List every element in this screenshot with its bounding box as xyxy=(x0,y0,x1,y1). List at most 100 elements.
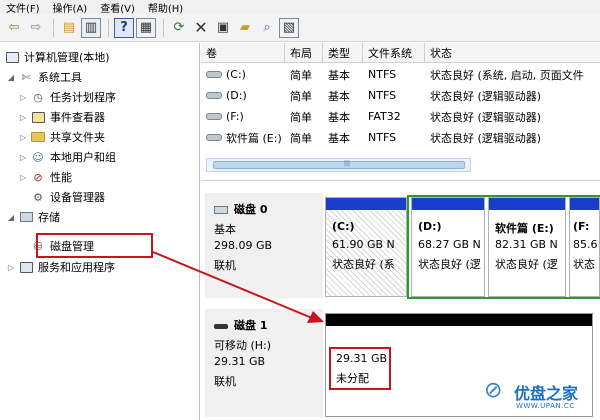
column-header-layout[interactable]: 布局 xyxy=(285,43,323,63)
disk1-title: 磁盘 1 xyxy=(214,317,267,333)
refresh-icon[interactable]: ⟳ xyxy=(169,18,189,38)
filesystem-cell: FAT32 xyxy=(368,110,401,123)
partition-size: 68.27 GB N xyxy=(418,238,481,251)
menu-view[interactable]: 查看(V) xyxy=(100,0,135,15)
drive-icon xyxy=(206,92,222,99)
column-header-status[interactable]: 状态 xyxy=(425,43,600,63)
performance-icon: ⊘ xyxy=(33,170,43,184)
table-row[interactable]: (D:) 简单 基本 NTFS 状态良好 (逻辑驱动器) xyxy=(201,85,600,106)
column-header-filesystem[interactable]: 文件系统 xyxy=(363,43,425,63)
column-header-type[interactable]: 类型 xyxy=(323,43,363,63)
tree-item-task-scheduler[interactable]: ▷ ◷ 任务计划程序 xyxy=(18,87,116,107)
tree-item-performance[interactable]: ▷ ⊘ 性能 xyxy=(18,167,72,187)
usb-logo-icon: ⊘ xyxy=(484,378,503,403)
tree-item-root[interactable]: 计算机管理(本地) xyxy=(4,47,110,67)
tree-item-system-tools[interactable]: ◢ ✄ 系统工具 xyxy=(6,67,82,87)
type-cell: 基本 xyxy=(328,131,350,145)
tree-item-storage[interactable]: ◢ 存储 xyxy=(6,207,60,227)
tree-item-shared-folders[interactable]: ▷ 共享文件夹 xyxy=(18,127,105,147)
mmc-icon[interactable]: ▧ xyxy=(279,17,299,38)
column-header-volume[interactable]: 卷 xyxy=(201,43,285,63)
forward-arrow-icon[interactable]: ⇨ xyxy=(26,18,46,38)
menu-help[interactable]: 帮助(H) xyxy=(148,0,183,15)
up-folder-icon[interactable]: ▤ xyxy=(59,18,79,38)
tree-item-device-manager[interactable]: ⚙ 设备管理器 xyxy=(30,187,105,207)
tree-label: 本地用户和组 xyxy=(50,151,116,164)
drive-icon xyxy=(206,134,222,141)
partition-status: 状态良好 (逻 xyxy=(495,258,558,271)
removable-disk-icon xyxy=(214,323,228,329)
tree-item-services[interactable]: ▷ 服务和应用程序 xyxy=(6,257,115,277)
expand-arrow-icon[interactable]: ▷ xyxy=(18,93,28,102)
status-cell: 状态良好 (逻辑驱动器) xyxy=(430,110,542,124)
toolbar-separator xyxy=(163,18,164,37)
expand-arrow-icon[interactable]: ▷ xyxy=(18,113,28,122)
disk0-info[interactable]: 磁盘 0 基本 298.09 GB 联机 xyxy=(205,193,323,298)
expand-arrow-icon[interactable]: ▷ xyxy=(18,173,28,182)
table-row[interactable]: (C:) 简单 基本 NTFS 状态良好 (系统, 启动, 页面文件 xyxy=(201,64,600,85)
menu-bar: 文件(F) 操作(A) 查看(V) 帮助(H) xyxy=(0,0,600,15)
close-icon[interactable]: ✕ xyxy=(191,18,211,38)
properties-icon[interactable]: ▦ xyxy=(136,17,156,38)
partition-bar xyxy=(570,198,599,210)
watermark-logo: ⊘ 优盘之家 WWW.UPAN.CC xyxy=(478,372,600,420)
partition-status: 状态 xyxy=(573,258,595,271)
status-cell: 状态良好 (逻辑驱动器) xyxy=(430,131,542,145)
partition-label: 软件篇 (E:) xyxy=(495,222,554,235)
table-row[interactable]: 软件篇 (E:) 简单 基本 NTFS 状态良好 (逻辑驱动器) xyxy=(201,127,600,148)
disk-management-callout xyxy=(36,233,153,258)
partition-size: 61.90 GB N xyxy=(332,238,395,251)
device-manager-icon: ⚙ xyxy=(33,190,43,204)
partition-e[interactable]: 软件篇 (E:) 82.31 GB N 状态良好 (逻 xyxy=(488,197,566,297)
help-icon[interactable]: ? xyxy=(114,17,134,38)
disk1-info[interactable]: 磁盘 1 可移动 (H:) 29.31 GB 联机 xyxy=(205,309,323,417)
layout-cell: 简单 xyxy=(290,131,312,145)
back-arrow-icon[interactable]: ⇦ xyxy=(4,18,24,38)
collapse-arrow-icon[interactable]: ◢ xyxy=(6,213,16,222)
filesystem-cell: NTFS xyxy=(368,68,397,81)
menu-action[interactable]: 操作(A) xyxy=(53,0,88,15)
volume-name: (D:) xyxy=(226,89,247,102)
partition-bar xyxy=(412,198,484,210)
shared-folder-icon xyxy=(30,130,46,144)
disk0-state: 联机 xyxy=(214,259,236,272)
layout-cell: 简单 xyxy=(290,89,312,103)
disk0-type: 基本 xyxy=(214,223,236,236)
tree-label: 事件查看器 xyxy=(50,111,105,124)
partition-bar xyxy=(326,198,406,210)
status-cell: 状态良好 (系统, 启动, 页面文件 xyxy=(430,68,584,82)
collapse-arrow-icon[interactable]: ◢ xyxy=(6,73,16,82)
disk1-type: 可移动 (H:) xyxy=(214,339,272,352)
volume-cell: (C:) xyxy=(201,64,285,85)
tree-label: 共享文件夹 xyxy=(50,131,105,144)
expand-arrow-icon[interactable]: ▷ xyxy=(18,133,28,142)
layout-cell: 简单 xyxy=(290,68,312,82)
table-row[interactable]: (F:) 简单 基本 FAT32 状态良好 (逻辑驱动器) xyxy=(201,106,600,127)
disk-icon xyxy=(214,206,228,214)
computer-management-icon xyxy=(4,50,20,64)
volume-name: (F:) xyxy=(226,110,244,123)
tree-item-local-users[interactable]: ▷ ☺ 本地用户和组 xyxy=(18,147,116,167)
tree-label: 系统工具 xyxy=(38,71,82,84)
partition-d[interactable]: (D:) 68.27 GB N 状态良好 (逻 xyxy=(411,197,485,297)
tree-label: 任务计划程序 xyxy=(50,91,116,104)
partition-c[interactable]: (C:) 61.90 GB N 状态良好 (系 xyxy=(325,197,407,297)
partition-f[interactable]: (F: 85.6 状态 xyxy=(569,197,600,297)
drive-icon xyxy=(206,71,222,78)
partition-status: 状态良好 (逻 xyxy=(418,258,481,271)
scrollbar-thumb[interactable] xyxy=(213,161,465,169)
menu-file[interactable]: 文件(F) xyxy=(6,0,40,15)
filesystem-cell: NTFS xyxy=(368,131,397,144)
expand-arrow-icon[interactable]: ▷ xyxy=(6,263,16,272)
users-icon: ☺ xyxy=(32,150,44,164)
show-tree-icon[interactable]: ▥ xyxy=(81,17,101,38)
volume-horizontal-scrollbar[interactable]: ||| xyxy=(206,158,471,172)
tools-icon: ✄ xyxy=(21,70,31,84)
expand-arrow-icon[interactable]: ▷ xyxy=(18,153,28,162)
tree-item-event-viewer[interactable]: ▷ 事件查看器 xyxy=(18,107,105,127)
open-properties-icon[interactable]: ▣ xyxy=(213,18,233,38)
folder-open-icon[interactable]: ▰ xyxy=(235,18,255,38)
disk1-state: 联机 xyxy=(214,375,236,388)
search-zoom-icon[interactable]: ⌕ xyxy=(257,18,277,38)
unallocated-callout xyxy=(329,347,391,390)
